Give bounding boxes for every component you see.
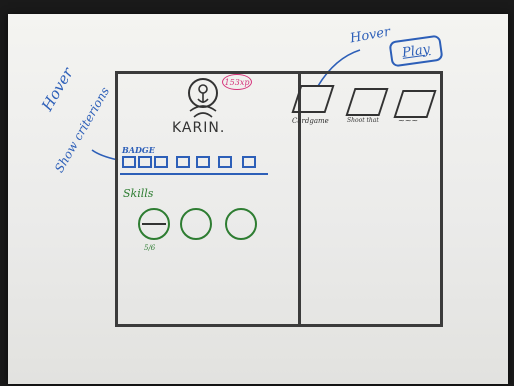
badge-slot[interactable]	[176, 156, 190, 168]
badge-label: BADGE	[122, 145, 155, 155]
skill-progress-bar	[142, 223, 166, 225]
skill-circle[interactable]	[180, 208, 212, 240]
xp-badge: 153xp	[222, 74, 252, 90]
game-label: Shoot that	[347, 117, 379, 124]
play-button-label: Play	[401, 41, 431, 61]
skills-label: Skills	[123, 187, 154, 200]
badge-slot[interactable]	[218, 156, 232, 168]
badge-slot[interactable]	[154, 156, 168, 168]
badge-underline	[120, 173, 268, 175]
app-window	[115, 71, 443, 327]
badge-slot[interactable]	[242, 156, 256, 168]
game-label: Cardgame	[292, 117, 329, 125]
badge-slot[interactable]	[138, 156, 152, 168]
avatar	[188, 78, 218, 118]
game-label: ~~~	[398, 116, 419, 125]
skill-value: 5/6	[144, 244, 156, 252]
skill-circle[interactable]	[138, 208, 170, 240]
skill-circle[interactable]	[225, 208, 257, 240]
badge-slot[interactable]	[122, 156, 136, 168]
badge-slot[interactable]	[196, 156, 210, 168]
profile-name: KARIN.	[172, 120, 226, 136]
